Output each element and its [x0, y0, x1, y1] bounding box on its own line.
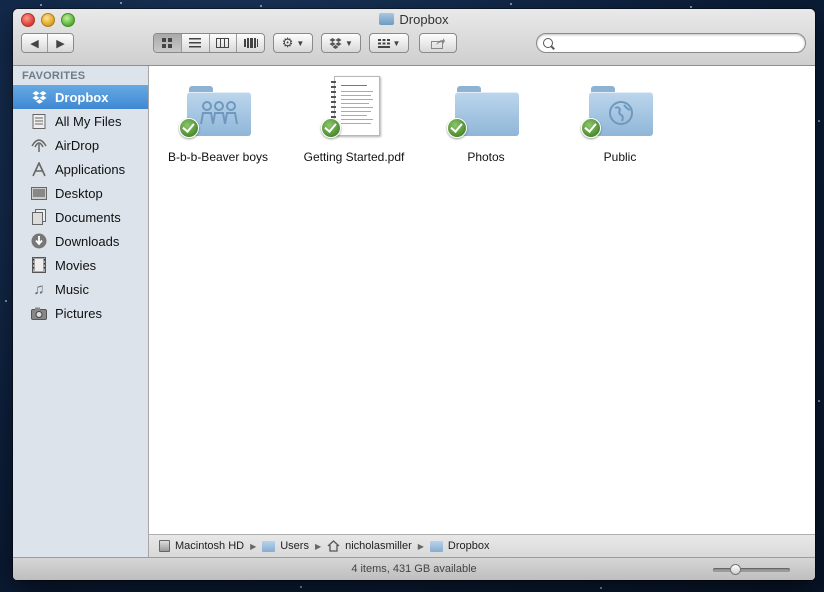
sidebar-item-label: AirDrop: [55, 137, 100, 153]
applications-icon: [31, 161, 47, 177]
sidebar-item-label: Applications: [55, 161, 126, 177]
sidebar-item-label: Music: [55, 281, 89, 297]
back-button[interactable]: ◀: [22, 34, 48, 52]
sidebar-item-music[interactable]: ♫ Music: [13, 277, 148, 301]
view-mode-control: [153, 33, 265, 53]
search-field[interactable]: [536, 33, 806, 53]
icon-size-slider-thumb[interactable]: [729, 564, 741, 575]
sidebar-item-label: Desktop: [55, 185, 103, 201]
desktop-icon: [31, 185, 47, 201]
all-files-icon: [31, 113, 47, 129]
chevron-down-icon: ▼: [345, 38, 353, 48]
file-name: B-b-b-Beaver boys: [167, 150, 269, 164]
path-item-label: nicholasmiller: [345, 540, 412, 552]
path-item-label: Dropbox: [447, 540, 490, 552]
sidebar-item-movies[interactable]: Movies: [13, 253, 148, 277]
sidebar-item-label: Documents: [55, 209, 121, 225]
sync-complete-icon: [447, 118, 467, 138]
path-item-users[interactable]: Users ▶: [262, 540, 321, 552]
sidebar-item-dropbox[interactable]: Dropbox: [13, 85, 148, 109]
share-button[interactable]: [419, 33, 457, 53]
sidebar-item-label: Downloads: [55, 233, 120, 249]
chevron-down-icon: ▼: [296, 38, 305, 48]
search-icon: [543, 38, 553, 48]
sidebar-heading-favorites: FAVORITES: [22, 70, 86, 82]
file-name: Public: [603, 150, 637, 164]
path-separator-icon: ▶: [250, 541, 257, 551]
file-browser-area: B-b-b-Beaver boys Getting Started.pdf Ph…: [149, 66, 815, 534]
gear-icon: ⚙: [281, 35, 294, 50]
sync-complete-icon: [581, 118, 601, 138]
sync-complete-icon: [179, 118, 199, 138]
path-bar: Macintosh HD ▶ Users ▶ nicholasmiller ▶ …: [149, 534, 815, 557]
sidebar-item-applications[interactable]: Applications: [13, 157, 148, 181]
movies-icon: [31, 257, 47, 273]
sidebar-item-pictures[interactable]: Pictures: [13, 301, 148, 325]
sidebar: FAVORITES Dropbox All My Files AirDrop A…: [13, 66, 149, 558]
path-item-home[interactable]: nicholasmiller ▶: [327, 540, 424, 552]
icon-size-slider[interactable]: [713, 564, 790, 575]
folder-icon: [262, 540, 276, 552]
airdrop-icon: [31, 137, 47, 153]
coverflow-view-icon: [243, 38, 258, 48]
path-item-label: Macintosh HD: [175, 540, 245, 552]
forward-button[interactable]: ▶: [48, 34, 73, 52]
list-view-button[interactable]: [181, 34, 210, 52]
forward-arrow-icon: ▶: [56, 37, 65, 50]
path-item-label: Users: [280, 540, 309, 552]
file-item-beaver-boys[interactable]: B-b-b-Beaver boys: [153, 74, 283, 174]
path-item-dropbox[interactable]: Dropbox: [429, 540, 490, 552]
file-item-getting-started-pdf[interactable]: Getting Started.pdf: [289, 74, 419, 174]
coverflow-view-button[interactable]: [237, 34, 264, 52]
path-item-macintosh-hd[interactable]: Macintosh HD ▶: [159, 540, 256, 552]
sidebar-item-all-my-files[interactable]: All My Files: [13, 109, 148, 133]
icon-view-button[interactable]: [154, 34, 182, 52]
sidebar-item-label: Dropbox: [55, 89, 109, 105]
action-menu-button[interactable]: ⚙ ▼: [273, 33, 313, 53]
music-icon: ♫: [33, 280, 45, 298]
toolbar: Dropbox ◀ ▶ ⚙ ▼ ▼ ▼: [13, 9, 815, 66]
pictures-icon: [31, 305, 47, 321]
dropbox-folder-icon: [379, 13, 395, 25]
sidebar-item-label: Movies: [55, 257, 97, 273]
file-name: Getting Started.pdf: [303, 150, 405, 164]
sidebar-item-airdrop[interactable]: AirDrop: [13, 133, 148, 157]
sidebar-item-label: Pictures: [55, 305, 102, 321]
back-arrow-icon: ◀: [30, 37, 39, 50]
search-input[interactable]: [559, 36, 803, 52]
back-forward-control: ◀ ▶: [21, 33, 74, 53]
downloads-icon: [31, 233, 47, 249]
path-separator-icon: ▶: [417, 541, 424, 551]
arrange-menu-button[interactable]: ▼: [369, 33, 409, 53]
path-separator-icon: ▶: [314, 541, 322, 551]
folder-icon: [429, 540, 443, 552]
arrange-icon: [377, 38, 390, 48]
icon-view-icon: [161, 37, 172, 48]
documents-icon: [31, 209, 47, 225]
column-view-icon: [216, 38, 230, 48]
window-title: Dropbox: [13, 12, 815, 27]
sidebar-item-desktop[interactable]: Desktop: [13, 181, 148, 205]
sidebar-item-documents[interactable]: Documents: [13, 205, 148, 229]
sidebar-item-label: All My Files: [55, 113, 122, 129]
list-view-icon: [189, 38, 202, 48]
file-item-public[interactable]: Public: [555, 74, 685, 174]
finder-window: Dropbox ◀ ▶ ⚙ ▼ ▼ ▼ FAVORITES Dropbox Al…: [13, 9, 815, 580]
sync-complete-icon: [321, 118, 341, 138]
share-icon: [431, 37, 445, 49]
file-item-photos[interactable]: Photos: [421, 74, 551, 174]
dropbox-menu-button[interactable]: ▼: [321, 33, 361, 53]
dropbox-icon: [31, 89, 47, 105]
sidebar-item-downloads[interactable]: Downloads: [13, 229, 148, 253]
home-icon: [327, 540, 340, 552]
column-view-button[interactable]: [209, 34, 238, 52]
status-bar: 4 items, 431 GB available: [13, 557, 815, 580]
file-name: Photos: [467, 150, 505, 164]
status-text: 4 items, 431 GB available: [351, 563, 477, 575]
dropbox-icon: [329, 37, 342, 49]
chevron-down-icon: ▼: [392, 38, 401, 48]
hard-drive-icon: [159, 540, 170, 552]
window-title-text: Dropbox: [399, 12, 449, 27]
